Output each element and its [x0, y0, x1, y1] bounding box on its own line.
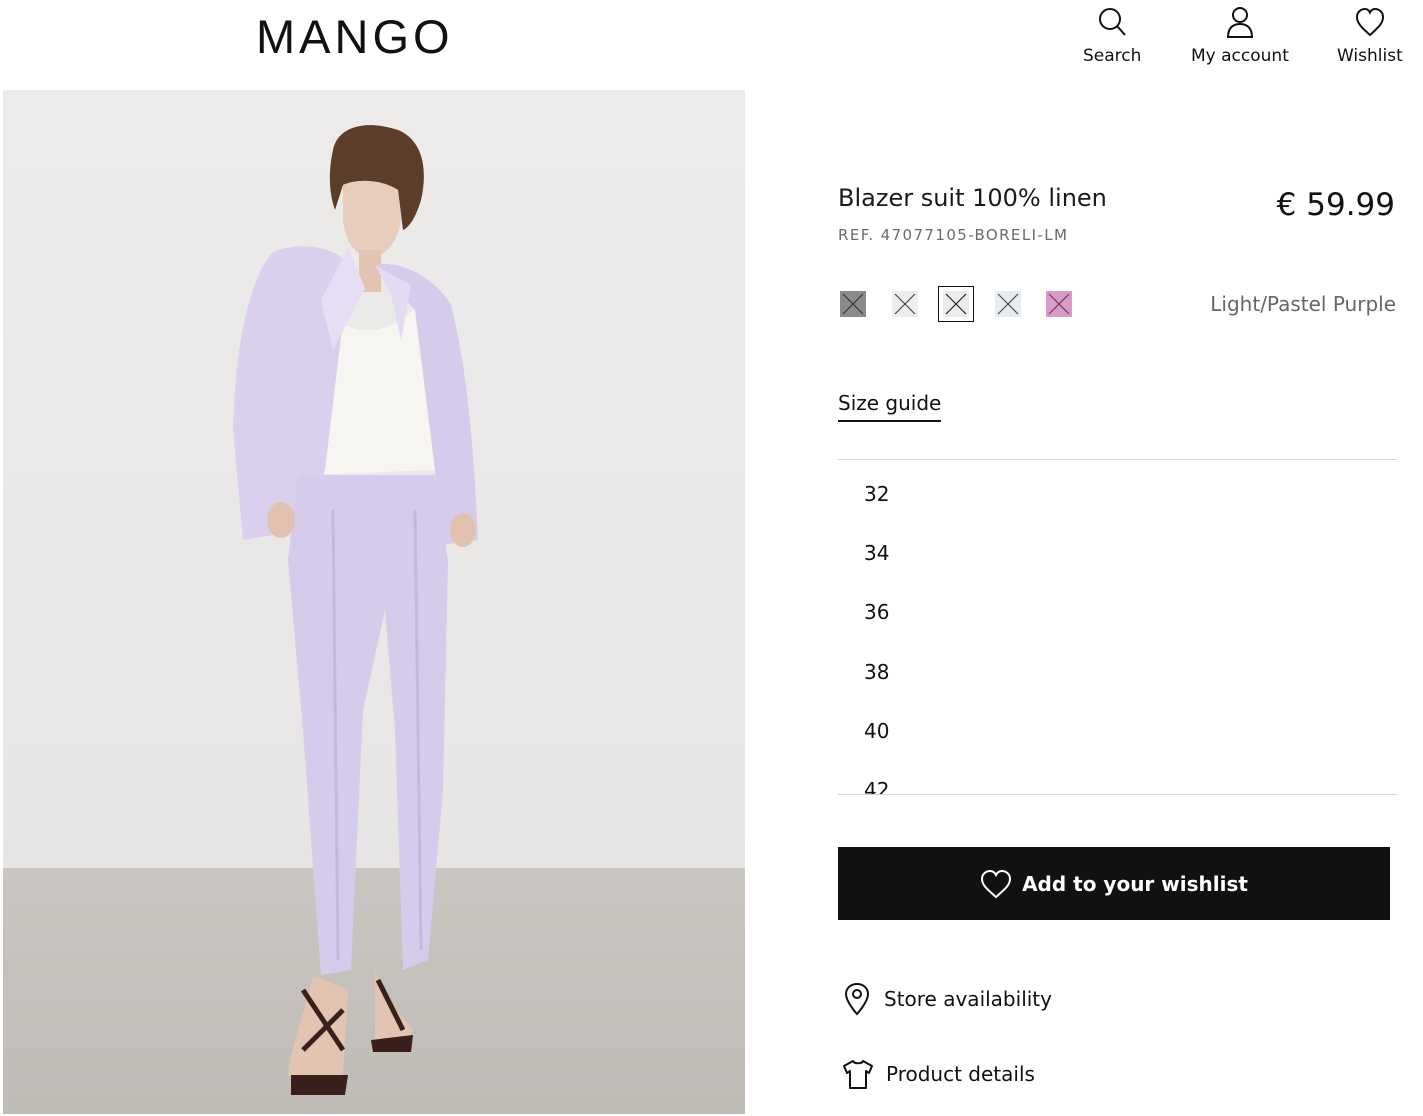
store-availability-label: Store availability — [884, 987, 1052, 1011]
mango-logo[interactable]: MANGO — [256, 13, 454, 60]
wishlist-button[interactable]: Wishlist — [1337, 6, 1403, 66]
swatch-fill — [840, 291, 866, 317]
color-swatch-1[interactable] — [840, 291, 866, 317]
user-icon — [1226, 7, 1253, 38]
search-icon — [1099, 8, 1126, 36]
swatch-fill — [995, 291, 1021, 317]
size-option-36[interactable]: 36 — [864, 600, 889, 624]
size-guide-link[interactable]: Size guide — [838, 391, 942, 422]
add-to-wishlist-label: Add to your wishlist — [1022, 871, 1248, 896]
search-button[interactable]: Search — [1083, 6, 1141, 66]
size-option-42[interactable]: 42 — [864, 778, 889, 794]
color-swatch-3-selected[interactable] — [938, 286, 974, 322]
product-title: Blazer suit 100% linen — [838, 184, 1107, 212]
product-details-link[interactable]: Product details — [842, 1058, 1035, 1090]
selected-color-name: Light/Pastel Purple — [1210, 292, 1396, 316]
wishlist-label: Wishlist — [1337, 46, 1403, 66]
tshirt-icon — [843, 1060, 873, 1089]
size-option-34[interactable]: 34 — [864, 541, 889, 565]
swatch-fill — [1046, 291, 1072, 317]
product-reference: REF. 47077105-BORELI-LM — [838, 226, 1069, 244]
swatch-fill — [892, 291, 918, 317]
search-label: Search — [1083, 46, 1142, 66]
location-pin-icon — [844, 982, 870, 1016]
product-photo[interactable] — [3, 90, 745, 1114]
color-swatch-2[interactable] — [892, 291, 918, 317]
swatch-fill — [943, 291, 969, 317]
size-list[interactable]: 32 34 36 38 40 42 — [838, 459, 1397, 795]
add-to-wishlist-button[interactable]: Add to your wishlist — [838, 847, 1390, 920]
product-details-label: Product details — [886, 1062, 1035, 1086]
store-availability-link[interactable]: Store availability — [842, 982, 1052, 1016]
size-option-40[interactable]: 40 — [864, 719, 889, 743]
size-option-38[interactable]: 38 — [864, 660, 889, 684]
my-account-button[interactable]: My account — [1191, 6, 1289, 66]
my-account-label: My account — [1191, 46, 1289, 66]
product-price: € 59.99 — [1276, 187, 1395, 223]
color-swatch-5[interactable] — [1046, 291, 1072, 317]
heart-icon — [1355, 7, 1384, 37]
size-option-32[interactable]: 32 — [864, 482, 889, 506]
model-illustration — [233, 125, 478, 1095]
color-swatch-4[interactable] — [995, 291, 1021, 317]
heart-icon — [981, 869, 1012, 898]
